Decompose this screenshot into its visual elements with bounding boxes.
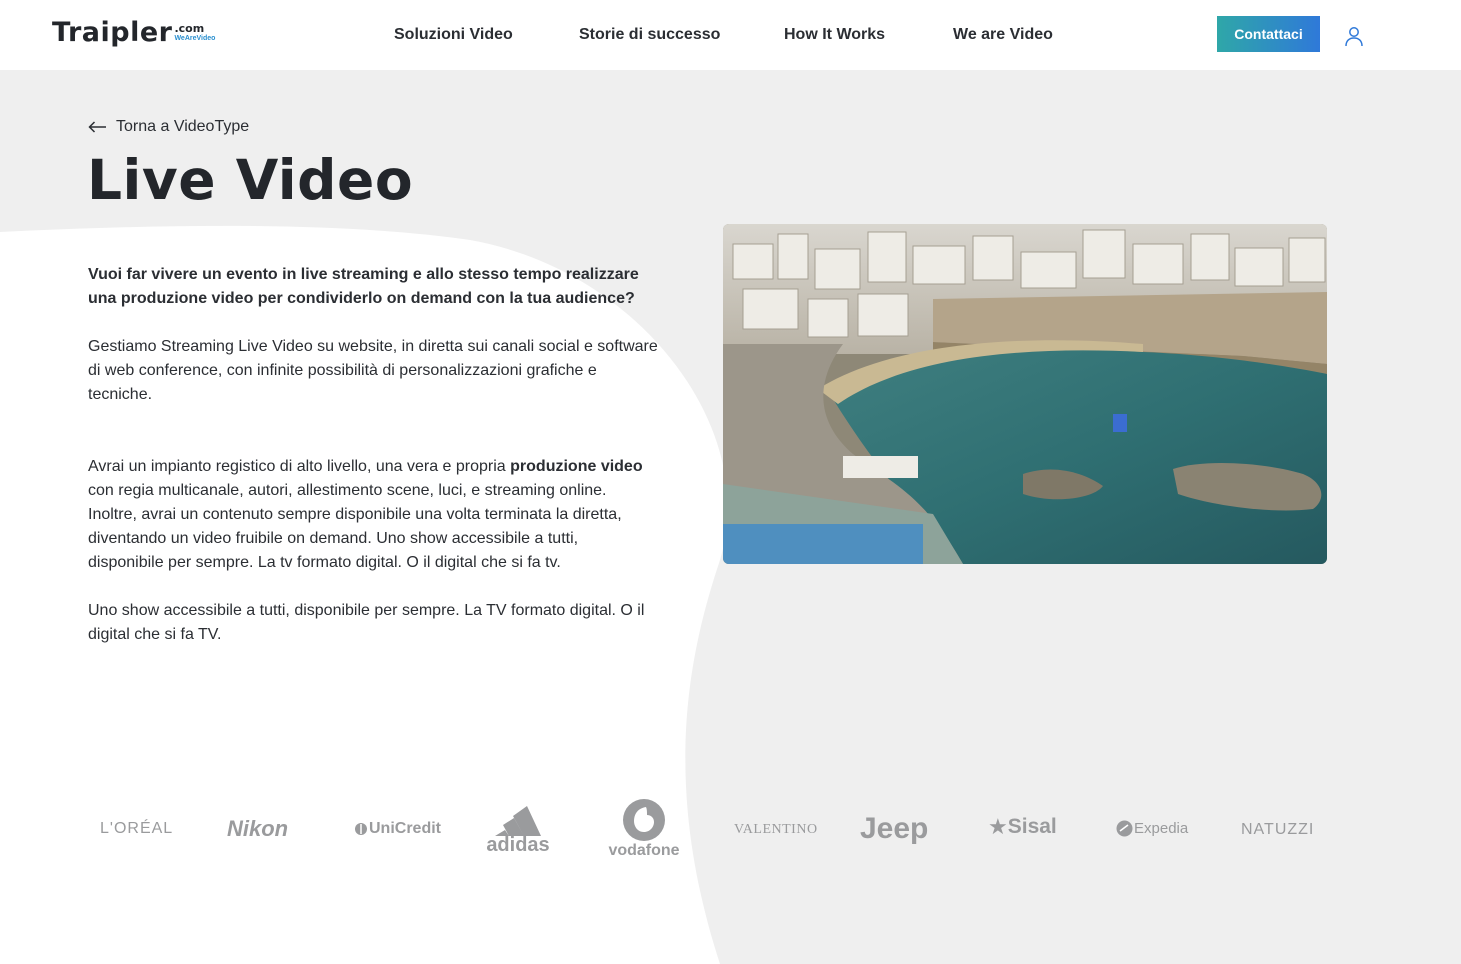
client-logo-sisal: ★ Sisal [988,814,1057,839]
client-logo-valentino: VALENTINO [734,822,818,837]
page-title: Live Video [87,148,414,212]
logo-wordmark: Traipler [52,17,173,48]
star-icon: ★ [988,814,1008,839]
logo-suffix: .com [174,22,205,35]
contact-button[interactable]: Contattaci [1217,16,1320,52]
adidas-stripes-icon [495,806,541,836]
nav-item-we-are-video[interactable]: We are Video [953,26,1053,44]
unicredit-icon [355,823,367,835]
client-logo-natuzzi: NATUZZI [1241,821,1315,838]
nav-item-soluzioni-video[interactable]: Soluzioni Video [394,26,513,44]
client-logo-expedia: Expedia [1116,820,1188,837]
client-logo-adidas: adidas [484,806,552,855]
paragraph-streaming: Gestiamo Streaming Live Video su website… [88,338,658,403]
vodafone-icon [623,799,665,841]
client-logo-jeep: Jeep [860,812,929,845]
user-icon[interactable] [1343,25,1365,47]
nav-item-storie-di-successo[interactable]: Storie di successo [579,26,720,44]
arrow-left-icon [88,121,106,133]
site-logo[interactable]: Traipler .com WeAreVideo [52,16,215,52]
logo-tagline: WeAreVideo [174,35,216,42]
back-link-label: Torna a VideoType [116,118,250,135]
globe-icon [1116,820,1133,837]
nav-item-how-it-works[interactable]: How It Works [784,26,885,44]
paragraph-production: Avrai un impianto registico di alto live… [88,458,643,571]
paragraph-show: Uno show accessibile a tutti, disponibil… [88,602,645,643]
client-logo-loreal: L'ORÉAL [100,820,174,837]
client-logo-unicredit: UniCredit [354,820,441,838]
back-link[interactable]: Torna a VideoType [88,118,249,136]
intro-text: Vuoi far vivere un evento in live stream… [88,266,639,307]
top-navbar: Traipler .com WeAreVideo Soluzioni Video… [0,0,1461,70]
hero-image [723,224,1327,564]
client-logo-vodafone: vodafone [608,798,680,860]
production-highlight: produzione video [510,458,643,475]
client-logo-nikon: Nikon [227,816,289,841]
